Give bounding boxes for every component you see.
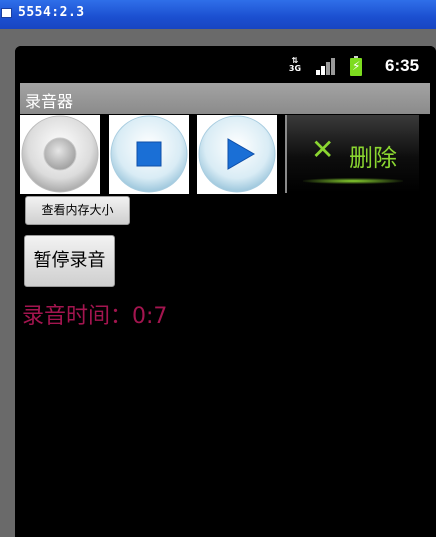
window-icon xyxy=(1,8,12,18)
window-title: 5554:2.3 xyxy=(18,5,85,20)
status-time: 6:35 xyxy=(385,56,420,75)
x-icon: ✕ xyxy=(311,133,335,166)
delete-button[interactable]: ✕ 删除 xyxy=(285,115,419,193)
stop-button[interactable] xyxy=(109,115,189,194)
network-type-label: 3G xyxy=(288,64,302,73)
window-titlebar[interactable]: 5554:2.3 xyxy=(0,0,436,29)
app-titlebar: 录音器 xyxy=(20,83,430,114)
view-memory-button[interactable]: 查看内存大小 xyxy=(25,196,130,225)
recording-time-text: 录音时间：0:7 xyxy=(22,304,168,329)
device-screen: ⇅ 3G ⚡ 6:35 录音器 ✕ 删除 查看内存大小 暂停录音 录音时间：0:… xyxy=(15,46,436,537)
status-bar: ⇅ 3G ⚡ 6:35 xyxy=(15,46,436,82)
record-button[interactable] xyxy=(20,115,100,194)
pause-recording-button[interactable]: 暂停录音 xyxy=(24,235,115,287)
network-3g-icon: ⇅ 3G xyxy=(288,56,302,73)
app-title: 录音器 xyxy=(25,92,74,111)
signal-icon xyxy=(316,58,336,75)
stop-icon xyxy=(110,115,188,193)
battery-charging-icon: ⚡ xyxy=(350,56,362,76)
play-button[interactable] xyxy=(197,115,277,194)
delete-glow xyxy=(303,178,403,184)
delete-label: 删除 xyxy=(349,144,397,172)
record-icon xyxy=(21,115,99,193)
play-icon xyxy=(198,115,276,193)
